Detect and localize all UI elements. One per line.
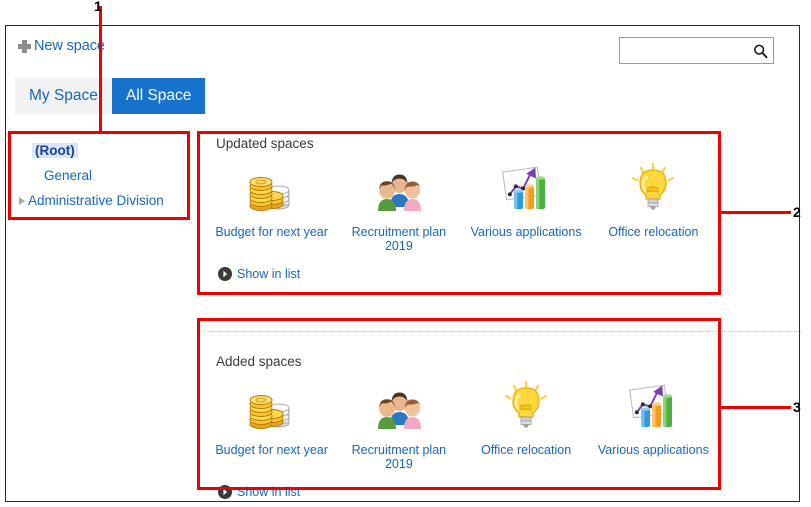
lightbulb-icon (504, 380, 548, 428)
updated-spaces-grid: Budget for next year Recruitment plan 20… (204, 151, 721, 253)
tree-node-general[interactable]: General (15, 163, 190, 188)
chart-icon (502, 166, 546, 209)
tab-all-space[interactable]: All Space (111, 78, 206, 114)
space-card-label: Budget for next year (215, 443, 328, 457)
top-toolbar: New space (6, 26, 799, 74)
application-frame: New space My Space All Space (Root) Gene… (5, 25, 801, 502)
space-card-budget-for-next-year[interactable]: Budget for next year (208, 375, 335, 471)
tree-node-root[interactable]: (Root) (15, 138, 190, 163)
space-card-office-relocation[interactable]: Office relocation (463, 375, 590, 471)
space-card-recruitment-plan-2019[interactable]: Recruitment plan 2019 (335, 157, 462, 253)
search-icon[interactable] (753, 43, 768, 58)
coins-icon (249, 395, 290, 429)
space-card-label: Budget for next year (215, 225, 328, 239)
chevron-right-circle-icon (218, 267, 232, 281)
chevron-right-icon[interactable] (15, 193, 28, 208)
people-icon (377, 174, 421, 211)
space-card-office-relocation[interactable]: Office relocation (590, 157, 717, 253)
new-space-button[interactable]: New space (18, 38, 105, 54)
space-card-various-applications[interactable]: Various applications (590, 375, 717, 471)
space-card-various-applications[interactable]: Various applications (463, 157, 590, 253)
space-card-label: Recruitment plan 2019 (351, 225, 447, 253)
show-in-list-label: Show in list (237, 485, 301, 499)
people-icon (377, 392, 421, 429)
coins-icon (249, 177, 290, 211)
space-card-label: Office relocation (608, 225, 699, 239)
section-divider (204, 331, 801, 332)
annotation-number-3: 3 (793, 399, 801, 415)
tab-all-space-label: All Space (125, 87, 192, 104)
annotation-number-2: 2 (793, 204, 801, 220)
lightbulb-icon (632, 162, 675, 210)
space-tree: (Root) General Administrative Division (15, 138, 190, 213)
tree-node-root-label: (Root) (32, 143, 78, 158)
annotation-number-1: 1 (94, 0, 102, 14)
tree-node-administrative-division-label: Administrative Division (28, 193, 164, 208)
tree-node-general-label: General (44, 168, 93, 183)
updated-spaces-title: Updated spaces (216, 136, 314, 151)
added-spaces-grid: Budget for next year Recruitment plan 20… (204, 369, 721, 471)
chart-icon (629, 384, 673, 427)
chevron-right-circle-icon (218, 485, 232, 499)
added-spaces-panel: Added spaces Budget for next year Recrui… (204, 344, 721, 499)
space-tabs: My Space All Space (15, 78, 206, 114)
space-card-label: Various applications (470, 225, 582, 239)
space-card-label: Office relocation (481, 443, 572, 457)
space-card-label: Various applications (597, 443, 709, 457)
show-in-list-label: Show in list (237, 267, 301, 281)
added-spaces-title: Added spaces (216, 354, 302, 369)
updated-spaces-panel: Updated spaces Budget for next year Recr… (204, 126, 721, 281)
search-input[interactable] (620, 38, 773, 63)
tab-my-space-label: My Space (29, 87, 98, 104)
screenshot-root: New space My Space All Space (Root) Gene… (0, 0, 811, 507)
space-card-recruitment-plan-2019[interactable]: Recruitment plan 2019 (335, 375, 462, 471)
space-card-budget-for-next-year[interactable]: Budget for next year (208, 157, 335, 253)
show-in-list-link-updated[interactable]: Show in list (204, 267, 721, 281)
tree-node-administrative-division[interactable]: Administrative Division (15, 188, 190, 213)
plus-icon (18, 39, 31, 53)
search-box[interactable] (619, 37, 774, 64)
space-card-label: Recruitment plan 2019 (351, 443, 447, 471)
new-space-label: New space (34, 38, 105, 54)
tab-my-space[interactable]: My Space (15, 78, 112, 114)
show-in-list-link-added[interactable]: Show in list (204, 485, 721, 499)
